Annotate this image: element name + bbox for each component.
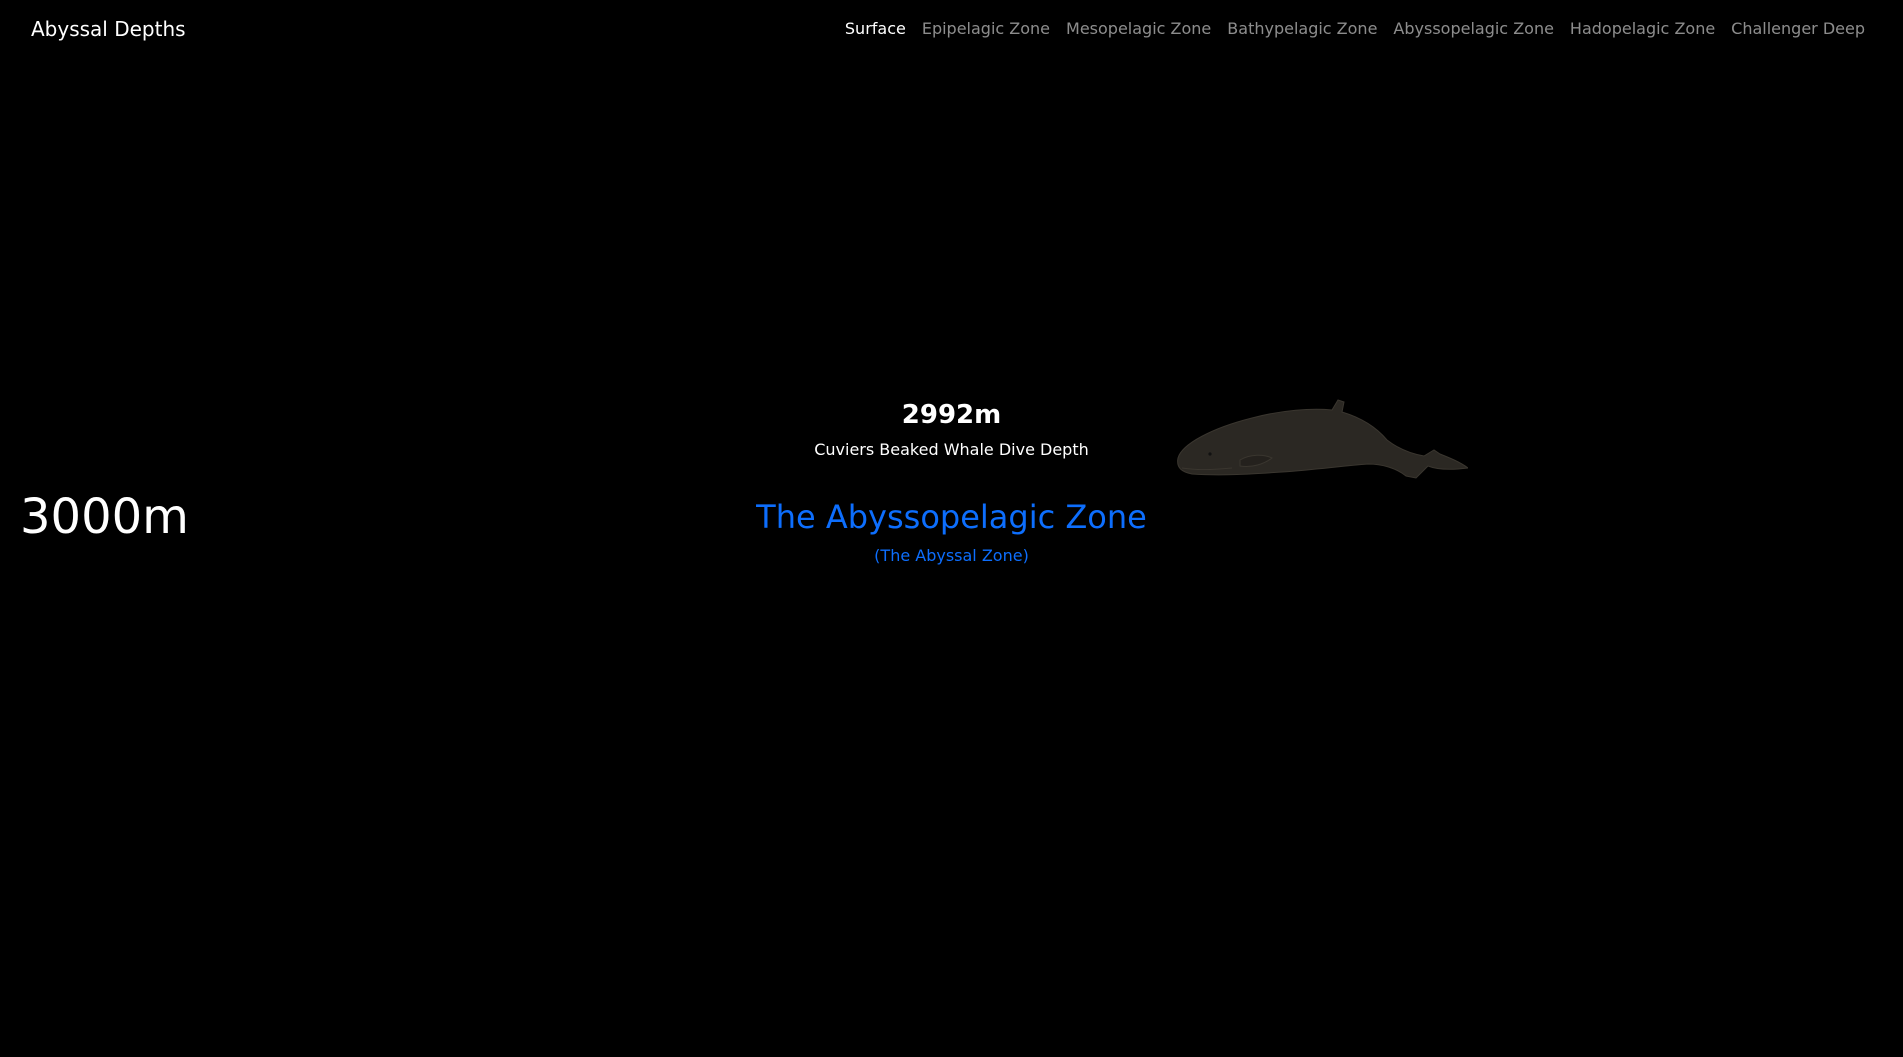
nav-link-bathypelagic[interactable]: Bathypelagic Zone: [1227, 19, 1377, 38]
zone-subtitle: (The Abyssal Zone): [874, 546, 1029, 565]
nav-links: Surface Epipelagic Zone Mesopelagic Zone…: [845, 19, 1865, 38]
nav-link-surface[interactable]: Surface: [845, 19, 906, 38]
nav-link-abyssopelagic[interactable]: Abyssopelagic Zone: [1393, 19, 1554, 38]
nav-link-mesopelagic[interactable]: Mesopelagic Zone: [1066, 19, 1211, 38]
creature-info: 2992m Cuviers Beaked Whale Dive Depth: [0, 400, 1903, 459]
zone-header: The Abyssopelagic Zone (The Abyssal Zone…: [0, 498, 1903, 565]
navbar: Abyssal Depths Surface Epipelagic Zone M…: [0, 0, 1903, 58]
zone-title: The Abyssopelagic Zone: [756, 498, 1147, 536]
creature-name: Cuviers Beaked Whale Dive Depth: [814, 440, 1089, 459]
brand-link[interactable]: Abyssal Depths: [31, 17, 186, 41]
whale-icon: [1177, 399, 1468, 479]
creature-depth: 2992m: [901, 400, 1002, 430]
nav-link-hadopelagic[interactable]: Hadopelagic Zone: [1570, 19, 1715, 38]
nav-link-challenger-deep[interactable]: Challenger Deep: [1731, 19, 1865, 38]
nav-link-epipelagic[interactable]: Epipelagic Zone: [922, 19, 1050, 38]
